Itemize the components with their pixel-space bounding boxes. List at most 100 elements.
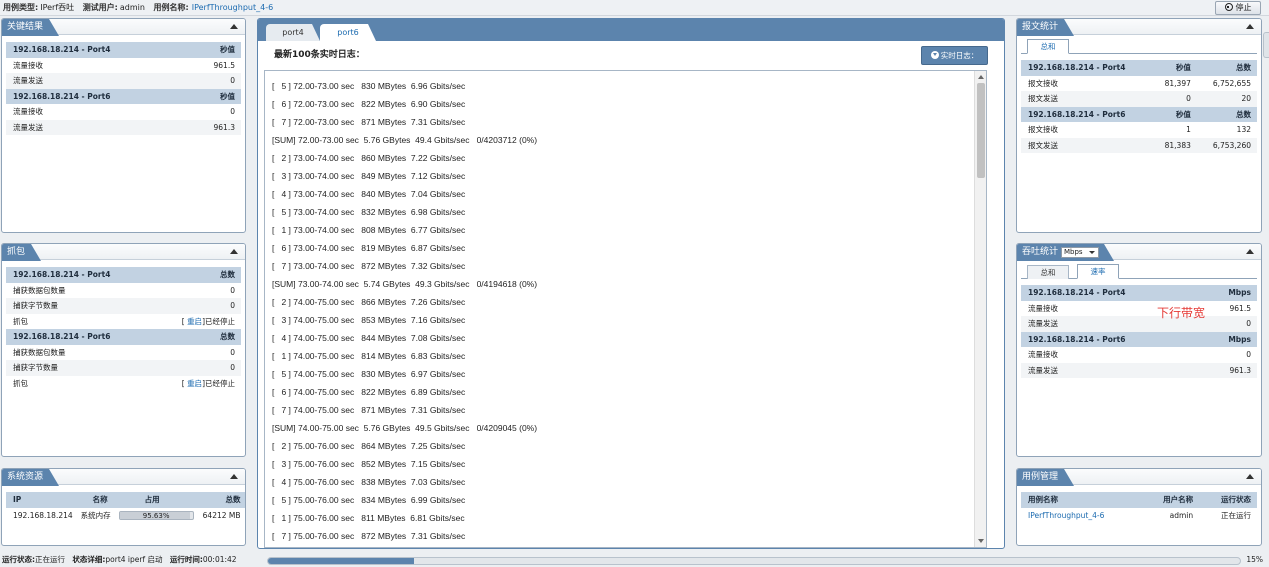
port-header: 192.168.18.214 - Port4 [1021, 60, 1151, 76]
scroll-thumb[interactable] [977, 83, 985, 178]
system-resources-panel: 系统资源 IP 名称 占用 总数 192.168.18.214 系统内存 95.… [1, 468, 246, 546]
column-header: 用户名称 [1141, 492, 1200, 508]
packet-stats-tabs: 总和 [1021, 38, 1257, 54]
panel-header: 吞吐统计 Mbps [1017, 244, 1261, 260]
scroll-up-icon[interactable] [978, 75, 984, 79]
key-results-title: 关键结果 [2, 19, 59, 36]
collapse-icon[interactable] [1246, 24, 1254, 29]
log-line: [ 5 ] 75.00-76.00 sec 834 MBytes 6.99 Gb… [272, 495, 466, 505]
row-label: 报文发送 [1021, 91, 1151, 107]
collapse-icon[interactable] [230, 249, 238, 254]
case-table: 用例名称 用户名称 运行状态 IPerfThroughput_4-6 admin… [1021, 492, 1257, 523]
log-line: [ 5 ] 74.00-75.00 sec 830 MBytes 6.97 Gb… [272, 369, 466, 379]
log-line: [ 2 ] 73.00-74.00 sec 860 MBytes 7.22 Gb… [272, 153, 466, 163]
row-label: 捕获字节数量 [6, 298, 153, 314]
system-resources-table: IP 名称 占用 总数 192.168.18.214 系统内存 95.63% 6… [6, 492, 245, 524]
throughput-table: 192.168.18.214 - Port4 Mbps 流量接收 961.5 流量发送 0… [1021, 285, 1257, 378]
column-header: 总数 [152, 329, 241, 345]
row-value: 0 [230, 285, 235, 295]
scroll-down-icon[interactable] [978, 539, 984, 543]
row-value: 0 [152, 360, 241, 376]
port-header: 192.168.18.214 - Port6 [1021, 106, 1151, 122]
log-line: [ 6 ] 73.00-74.00 sec 819 MBytes 6.87 Gb… [272, 243, 466, 253]
log-line: [ 7 ] 72.00-73.00 sec 871 MBytes 7.31 Gb… [272, 117, 466, 127]
stop-button[interactable]: 停止 [1215, 1, 1261, 15]
log-lines: [ 5 ] 72.00-73.00 sec 830 MBytes 6.96 Gb… [265, 71, 986, 545]
log-line: [ 1 ] 74.00-75.00 sec 814 MBytes 6.83 Gb… [272, 351, 466, 361]
run-state-label: 运行状态: [2, 555, 35, 564]
port-header: 192.168.18.214 - Port4 [6, 42, 186, 58]
case-name-link[interactable]: IPerfThroughput_4-6 [192, 3, 273, 12]
tab-total[interactable]: 总和 [1027, 265, 1069, 279]
table-row: 捕获数据包数量 0 [6, 345, 241, 361]
column-header: 秒值 [1150, 60, 1197, 76]
stop-icon [1224, 3, 1233, 11]
row-value: 961.3 [185, 119, 241, 135]
restart-link[interactable]: 重启 [187, 317, 202, 326]
packet-stats-table: 192.168.18.214 - Port4 秒值 总数 报文接收 81,397 6,75… [1021, 60, 1257, 153]
panel-header: 报文统计 [1017, 19, 1261, 35]
log-output[interactable]: [ 5 ] 72.00-73.00 sec 830 MBytes 6.96 Gb… [264, 70, 987, 548]
capture-title: 抓包 [2, 244, 41, 261]
row-value: 0 [230, 107, 235, 117]
realtime-log-button[interactable]: 实时日志： [921, 46, 988, 65]
unit-select[interactable]: Mbps [1061, 247, 1099, 258]
column-header: 总数 [195, 492, 245, 508]
log-line: [ 1 ] 73.00-74.00 sec 808 MBytes 6.77 Gb… [272, 225, 466, 235]
log-line: [ 4 ] 74.00-75.00 sec 844 MBytes 7.08 Gb… [272, 333, 466, 343]
port-header: 192.168.18.214 - Port6 [6, 329, 153, 345]
log-line: [ 4 ] 75.00-76.00 sec 838 MBytes 7.03 Gb… [272, 477, 466, 487]
key-results-panel: 关键结果 192.168.18.214 - Port4 秒值 流量接收 961.5 流量… [1, 18, 246, 233]
detail-value: port4 iperf 启动 [105, 555, 163, 564]
tab-total[interactable]: 总和 [1027, 39, 1069, 54]
table-row: 192.168.18.214 系统内存 95.63% 64212 MB [6, 508, 245, 524]
case-name-link[interactable]: IPerfThroughput_4-6 [1021, 508, 1141, 524]
log-scrollbar[interactable] [974, 71, 986, 547]
table-row: 流量发送 961.3 [6, 119, 241, 135]
collapse-icon[interactable] [230, 24, 238, 29]
packet-stats-title: 报文统计 [1017, 19, 1074, 36]
table-row: IPerfThroughput_4-6 admin 正在运行 [1021, 508, 1257, 524]
table-row: 192.168.18.214 - Port6 总数 [6, 329, 241, 345]
collapse-icon[interactable] [1246, 474, 1254, 479]
realtime-log-label: 实时日志： [940, 51, 979, 60]
log-line: [ 7 ] 74.00-75.00 sec 871 MBytes 7.31 Gb… [272, 405, 466, 415]
stopped-text: ]已经停止 [202, 378, 235, 388]
table-row: 捕获数据包数量 0 [6, 283, 241, 299]
log-line: [ 7 ] 75.00-76.00 sec 872 MBytes 7.31 Gb… [272, 531, 466, 541]
table-header-row: 192.168.18.214 - Port6 秒值 总数 [1021, 106, 1257, 122]
download-icon [930, 51, 939, 59]
row-label: 报文接收 [1028, 78, 1058, 88]
tab-port6[interactable]: port6 [320, 24, 376, 41]
top-info-bar: 用例类型: IPerf吞吐 测试用户: admin 用例名称: IPerfThroug… [0, 0, 1269, 16]
column-header: 名称 [78, 492, 117, 508]
table-row: 报文接收 81,397 6,752,655 [1021, 76, 1257, 92]
case-management-title: 用例管理 [1017, 469, 1074, 486]
side-collapse-handle[interactable] [1263, 32, 1269, 58]
packet-stats-panel: 报文统计 总和 192.168.18.214 - Port4 秒值 总数 报文接收 81… [1016, 18, 1262, 233]
row-value: 0 [1199, 316, 1257, 332]
row-label: 捕获数据包数量 [13, 285, 66, 295]
collapse-icon[interactable] [230, 474, 238, 479]
table-row: 报文发送 0 20 [1021, 91, 1257, 107]
run-state-value: 正在运行 [35, 555, 65, 564]
downlink-annotation: 下行带宽 [1157, 306, 1206, 320]
table-row: 报文接收 1 132 [1021, 122, 1257, 138]
log-line: [ 3 ] 75.00-76.00 sec 852 MBytes 7.15 Gb… [272, 459, 466, 469]
collapse-icon[interactable] [1246, 249, 1254, 254]
table-row: 捕获字节数量 0 [6, 360, 241, 376]
log-line: [ 1 ] 75.00-76.00 sec 811 MBytes 6.81 Gb… [272, 513, 465, 523]
table-row: 报文发送 81,383 6,753,260 [1021, 137, 1257, 153]
table-row: 抓包 [ 重启]已经停止 [6, 314, 241, 330]
memory-usage-bar: 95.63% [118, 510, 194, 520]
port-header: 192.168.18.214 - Port4 [1021, 285, 1200, 301]
table-header-row: 192.168.18.214 - Port6 Mbps [1021, 331, 1257, 347]
log-line: [ 2 ] 75.00-76.00 sec 864 MBytes 7.25 Gb… [272, 441, 466, 451]
restart-link[interactable]: 重启 [187, 379, 202, 388]
tab-rate[interactable]: 速率 [1077, 264, 1119, 279]
column-header: Mbps [1199, 331, 1257, 347]
column-header: IP [6, 492, 79, 508]
row-value: 961.5 [213, 60, 235, 70]
tab-port4[interactable]: port4 [266, 24, 320, 41]
table-header-row: 192.168.18.214 - Port4 Mbps [1021, 285, 1257, 301]
